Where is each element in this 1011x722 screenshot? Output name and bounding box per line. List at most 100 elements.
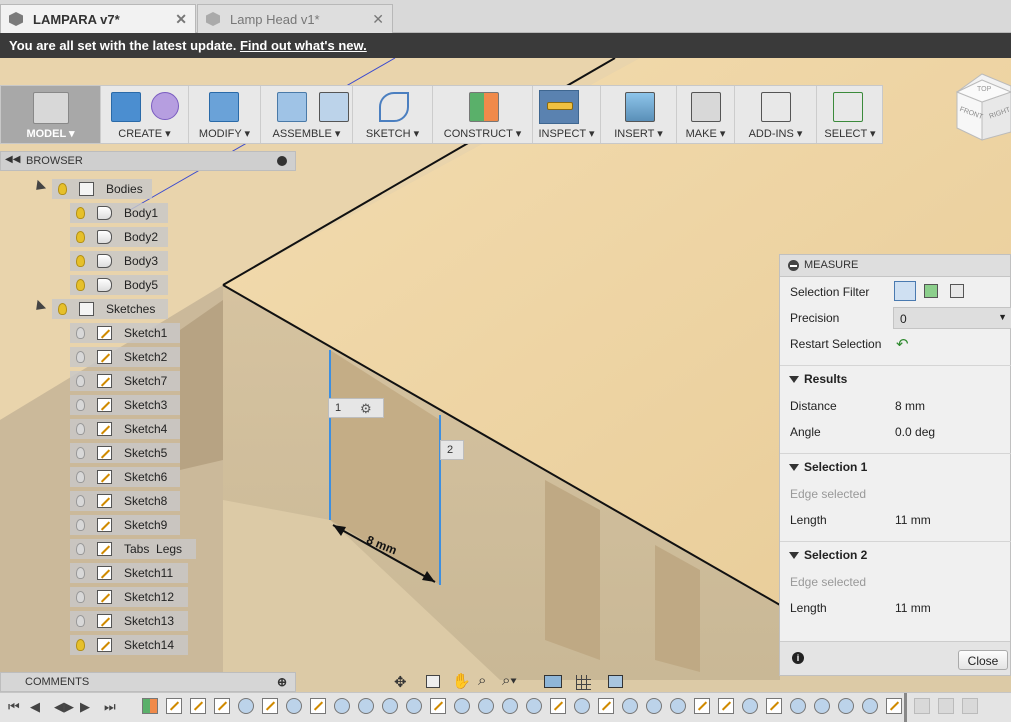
browser-item-body2[interactable]: Body2 (70, 227, 168, 247)
visibility-icon[interactable] (76, 543, 85, 555)
close-button[interactable]: Close (958, 650, 1008, 670)
step-back-icon[interactable]: ◀ (30, 699, 40, 715)
add-comment-icon[interactable]: ⊕ (277, 675, 287, 689)
visibility-icon[interactable] (76, 327, 85, 339)
timeline-feature-icon[interactable] (622, 698, 638, 714)
whats-new-link[interactable]: Find out what's new. (240, 38, 367, 53)
timeline-feature-icon[interactable] (526, 698, 542, 714)
browser-item-sketch[interactable]: Sketch3 (70, 395, 180, 415)
precision-select[interactable]: 0 ▼ (893, 307, 1011, 329)
visibility-icon[interactable] (58, 183, 67, 195)
select-edge-icon[interactable] (950, 284, 964, 298)
view-cube-top[interactable]: TOP (977, 86, 991, 93)
zoom-window-icon[interactable]: ⌕▾ (502, 672, 517, 689)
comments-panel-header[interactable]: COMMENTS ⊕ (0, 672, 296, 692)
browser-item-sketch[interactable]: Sketch12 (70, 587, 188, 607)
browser-folder-bodies[interactable]: Bodies (52, 179, 152, 199)
close-icon[interactable]: ✕ (372, 11, 384, 28)
timeline-feature-icon[interactable] (334, 698, 350, 714)
modify-menu[interactable]: MODIFY ▾ (189, 86, 261, 143)
results-section-header[interactable]: Results (780, 365, 1011, 391)
visibility-icon[interactable] (76, 423, 85, 435)
look-at-icon[interactable] (426, 675, 440, 688)
visibility-icon[interactable] (76, 471, 85, 483)
timeline-sketch-icon[interactable] (166, 698, 182, 714)
browser-item-sketch[interactable]: Sketch14 (70, 635, 188, 655)
point-tag-1[interactable]: 1 ⚙ (328, 398, 384, 418)
timeline-feature-icon[interactable] (814, 698, 830, 714)
browser-item-sketch[interactable]: Sketch5 (70, 443, 180, 463)
timeline-feature-icon[interactable] (574, 698, 590, 714)
browser-item-sketch[interactable]: Sketch6 (70, 467, 180, 487)
insert-menu[interactable]: INSERT ▾ (601, 86, 677, 143)
selection1-section-header[interactable]: Selection 1 (780, 453, 1011, 479)
pan-icon[interactable]: ✋ (452, 672, 471, 690)
close-icon[interactable]: ✕ (175, 11, 187, 28)
browser-folder-sketches[interactable]: Sketches (52, 299, 168, 319)
timeline-sketch-icon[interactable] (718, 698, 734, 714)
timeline-sketch-icon[interactable] (766, 698, 782, 714)
timeline-suppressed-icon[interactable] (962, 698, 978, 714)
point-tag-2[interactable]: 2 (440, 440, 464, 460)
add-ins-menu[interactable]: ADD-INS ▾ (735, 86, 817, 143)
step-forward-icon[interactable]: ▶ (80, 699, 90, 715)
browser-item-sketch[interactable]: Sketch8 (70, 491, 180, 511)
timeline-feature-icon[interactable] (142, 698, 158, 714)
visibility-icon[interactable] (76, 351, 85, 363)
visibility-icon[interactable] (76, 399, 85, 411)
browser-item-body3[interactable]: Body3 (70, 251, 168, 271)
make-menu[interactable]: MAKE ▾ (677, 86, 735, 143)
sketch-menu[interactable]: SKETCH ▾ (353, 86, 433, 143)
select-body-icon[interactable] (894, 281, 916, 301)
go-to-end-icon[interactable]: ⏭ (104, 699, 116, 715)
info-icon[interactable]: i (792, 652, 804, 664)
timeline-sketch-icon[interactable] (550, 698, 566, 714)
timeline-feature-icon[interactable] (502, 698, 518, 714)
orbit-icon[interactable]: ✥ (394, 673, 407, 691)
timeline-feature-icon[interactable] (838, 698, 854, 714)
timeline-feature-icon[interactable] (358, 698, 374, 714)
visibility-icon[interactable] (76, 279, 85, 291)
zoom-icon[interactable]: ⌕ (478, 672, 486, 689)
timeline-sketch-icon[interactable] (262, 698, 278, 714)
timeline-feature-icon[interactable] (670, 698, 686, 714)
timeline-sketch-icon[interactable] (214, 698, 230, 714)
timeline-feature-icon[interactable] (406, 698, 422, 714)
inspect-menu[interactable]: INSPECT ▾ (533, 86, 601, 143)
construct-menu[interactable]: CONSTRUCT ▾ (433, 86, 533, 143)
select-menu[interactable]: SELECT ▾ (817, 86, 883, 143)
timeline-suppressed-icon[interactable] (938, 698, 954, 714)
timeline-suppressed-icon[interactable] (914, 698, 930, 714)
browser-item-sketch[interactable]: Sketch4 (70, 419, 180, 439)
visibility-icon[interactable] (76, 231, 85, 243)
minimize-icon[interactable] (788, 260, 799, 271)
model-workspace-button[interactable]: MODEL ▾ (1, 86, 101, 143)
browser-item-sketch[interactable]: Sketch13 (70, 611, 188, 631)
select-face-icon[interactable] (924, 284, 938, 298)
assemble-menu[interactable]: ASSEMBLE ▾ (261, 86, 353, 143)
browser-item-sketch[interactable]: Tabs Legs (70, 539, 196, 559)
selection2-section-header[interactable]: Selection 2 (780, 541, 1011, 567)
visibility-icon[interactable] (76, 591, 85, 603)
timeline-sketch-icon[interactable] (310, 698, 326, 714)
display-settings-icon[interactable] (544, 675, 562, 688)
measure-header[interactable]: MEASURE (780, 255, 1010, 277)
grid-icon[interactable] (576, 675, 591, 690)
timeline-feature-icon[interactable] (790, 698, 806, 714)
visibility-icon[interactable] (76, 375, 85, 387)
go-to-start-icon[interactable]: ⏮ (8, 699, 20, 715)
timeline-marker[interactable] (904, 693, 907, 722)
visibility-icon[interactable] (58, 303, 67, 315)
browser-item-body5[interactable]: Body5 (70, 275, 168, 295)
tab-lamp-head[interactable]: Lamp Head v1* ✕ (197, 4, 393, 33)
visibility-icon[interactable] (76, 639, 85, 651)
browser-header[interactable]: ◀◀ BROWSER (0, 151, 296, 171)
timeline-sketch-icon[interactable] (694, 698, 710, 714)
browser-item-sketch[interactable]: Sketch1 (70, 323, 180, 343)
visibility-icon[interactable] (76, 207, 85, 219)
timeline-sketch-icon[interactable] (190, 698, 206, 714)
timeline-feature-icon[interactable] (382, 698, 398, 714)
visibility-icon[interactable] (76, 615, 85, 627)
browser-item-sketch[interactable]: Sketch11 (70, 563, 188, 583)
timeline-feature-icon[interactable] (478, 698, 494, 714)
